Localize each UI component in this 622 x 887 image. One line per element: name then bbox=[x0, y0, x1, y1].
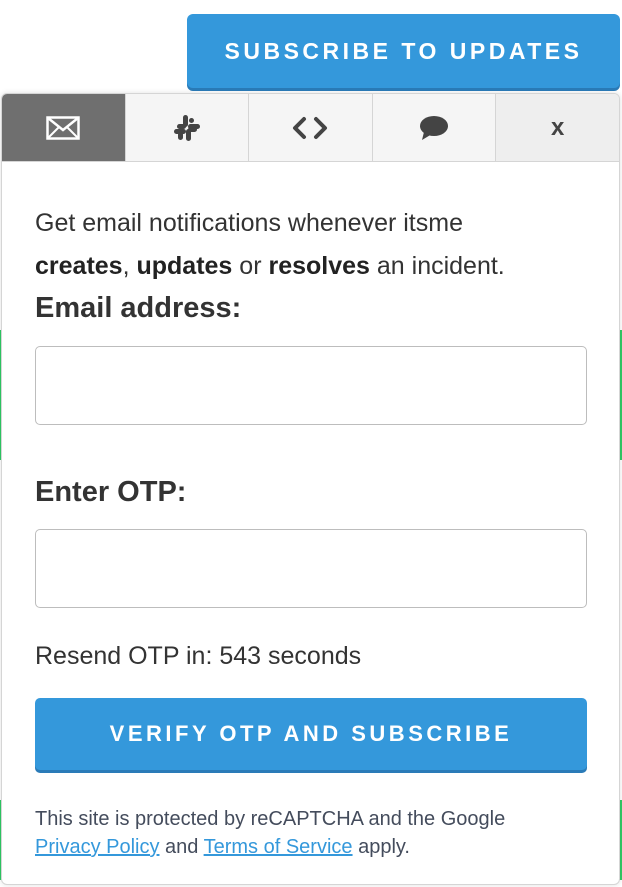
recaptcha-text: This site is protected by reCAPTCHA and … bbox=[35, 808, 506, 830]
otp-field[interactable] bbox=[35, 529, 587, 608]
intro-separator: , bbox=[122, 252, 137, 280]
resend-otp-countdown: Resend OTP in: 543 seconds bbox=[35, 642, 362, 670]
privacy-policy-link[interactable]: Privacy Policy bbox=[35, 836, 159, 858]
slack-icon bbox=[172, 113, 202, 143]
intro-separator: or bbox=[232, 252, 269, 280]
recaptcha-and: and bbox=[159, 836, 204, 858]
tab-slack[interactable] bbox=[125, 94, 250, 161]
email-icon bbox=[46, 115, 81, 140]
code-icon bbox=[291, 116, 329, 140]
subscribe-to-updates-button[interactable]: SUBSCRIBE TO UPDATES bbox=[187, 14, 620, 88]
subscribe-form: Get email notifications whenever itsme cr… bbox=[2, 202, 619, 861]
recaptcha-apply: apply. bbox=[352, 836, 410, 858]
email-address-label: Email address: bbox=[35, 292, 242, 324]
email-field[interactable] bbox=[35, 346, 587, 425]
subscribe-method-tabs: x bbox=[2, 94, 619, 162]
tab-webhook[interactable] bbox=[249, 94, 373, 161]
otp-label: Enter OTP: bbox=[35, 476, 187, 508]
intro-text: Get email notifications whenever itsme cr… bbox=[35, 202, 586, 288]
intro-suffix: an incident. bbox=[369, 252, 505, 280]
intro-resolves: resolves bbox=[268, 252, 370, 280]
intro-updates: updates bbox=[136, 252, 233, 280]
intro-creates: creates bbox=[35, 252, 123, 280]
close-icon: x bbox=[550, 113, 565, 141]
tab-email[interactable] bbox=[2, 94, 126, 161]
terms-of-service-link[interactable]: Terms of Service bbox=[204, 836, 353, 858]
chat-bubble-icon bbox=[418, 114, 450, 142]
intro-prefix: Get email notifications whenever itsme bbox=[35, 209, 463, 237]
tab-chat[interactable] bbox=[372, 94, 497, 161]
recaptcha-notice: This site is protected by reCAPTCHA and … bbox=[35, 805, 586, 861]
tab-close[interactable]: x bbox=[496, 94, 619, 161]
verify-otp-button[interactable]: VERIFY OTP AND SUBSCRIBE bbox=[35, 698, 587, 770]
subscribe-popup: x Get email notifications whenever itsme… bbox=[1, 93, 620, 885]
